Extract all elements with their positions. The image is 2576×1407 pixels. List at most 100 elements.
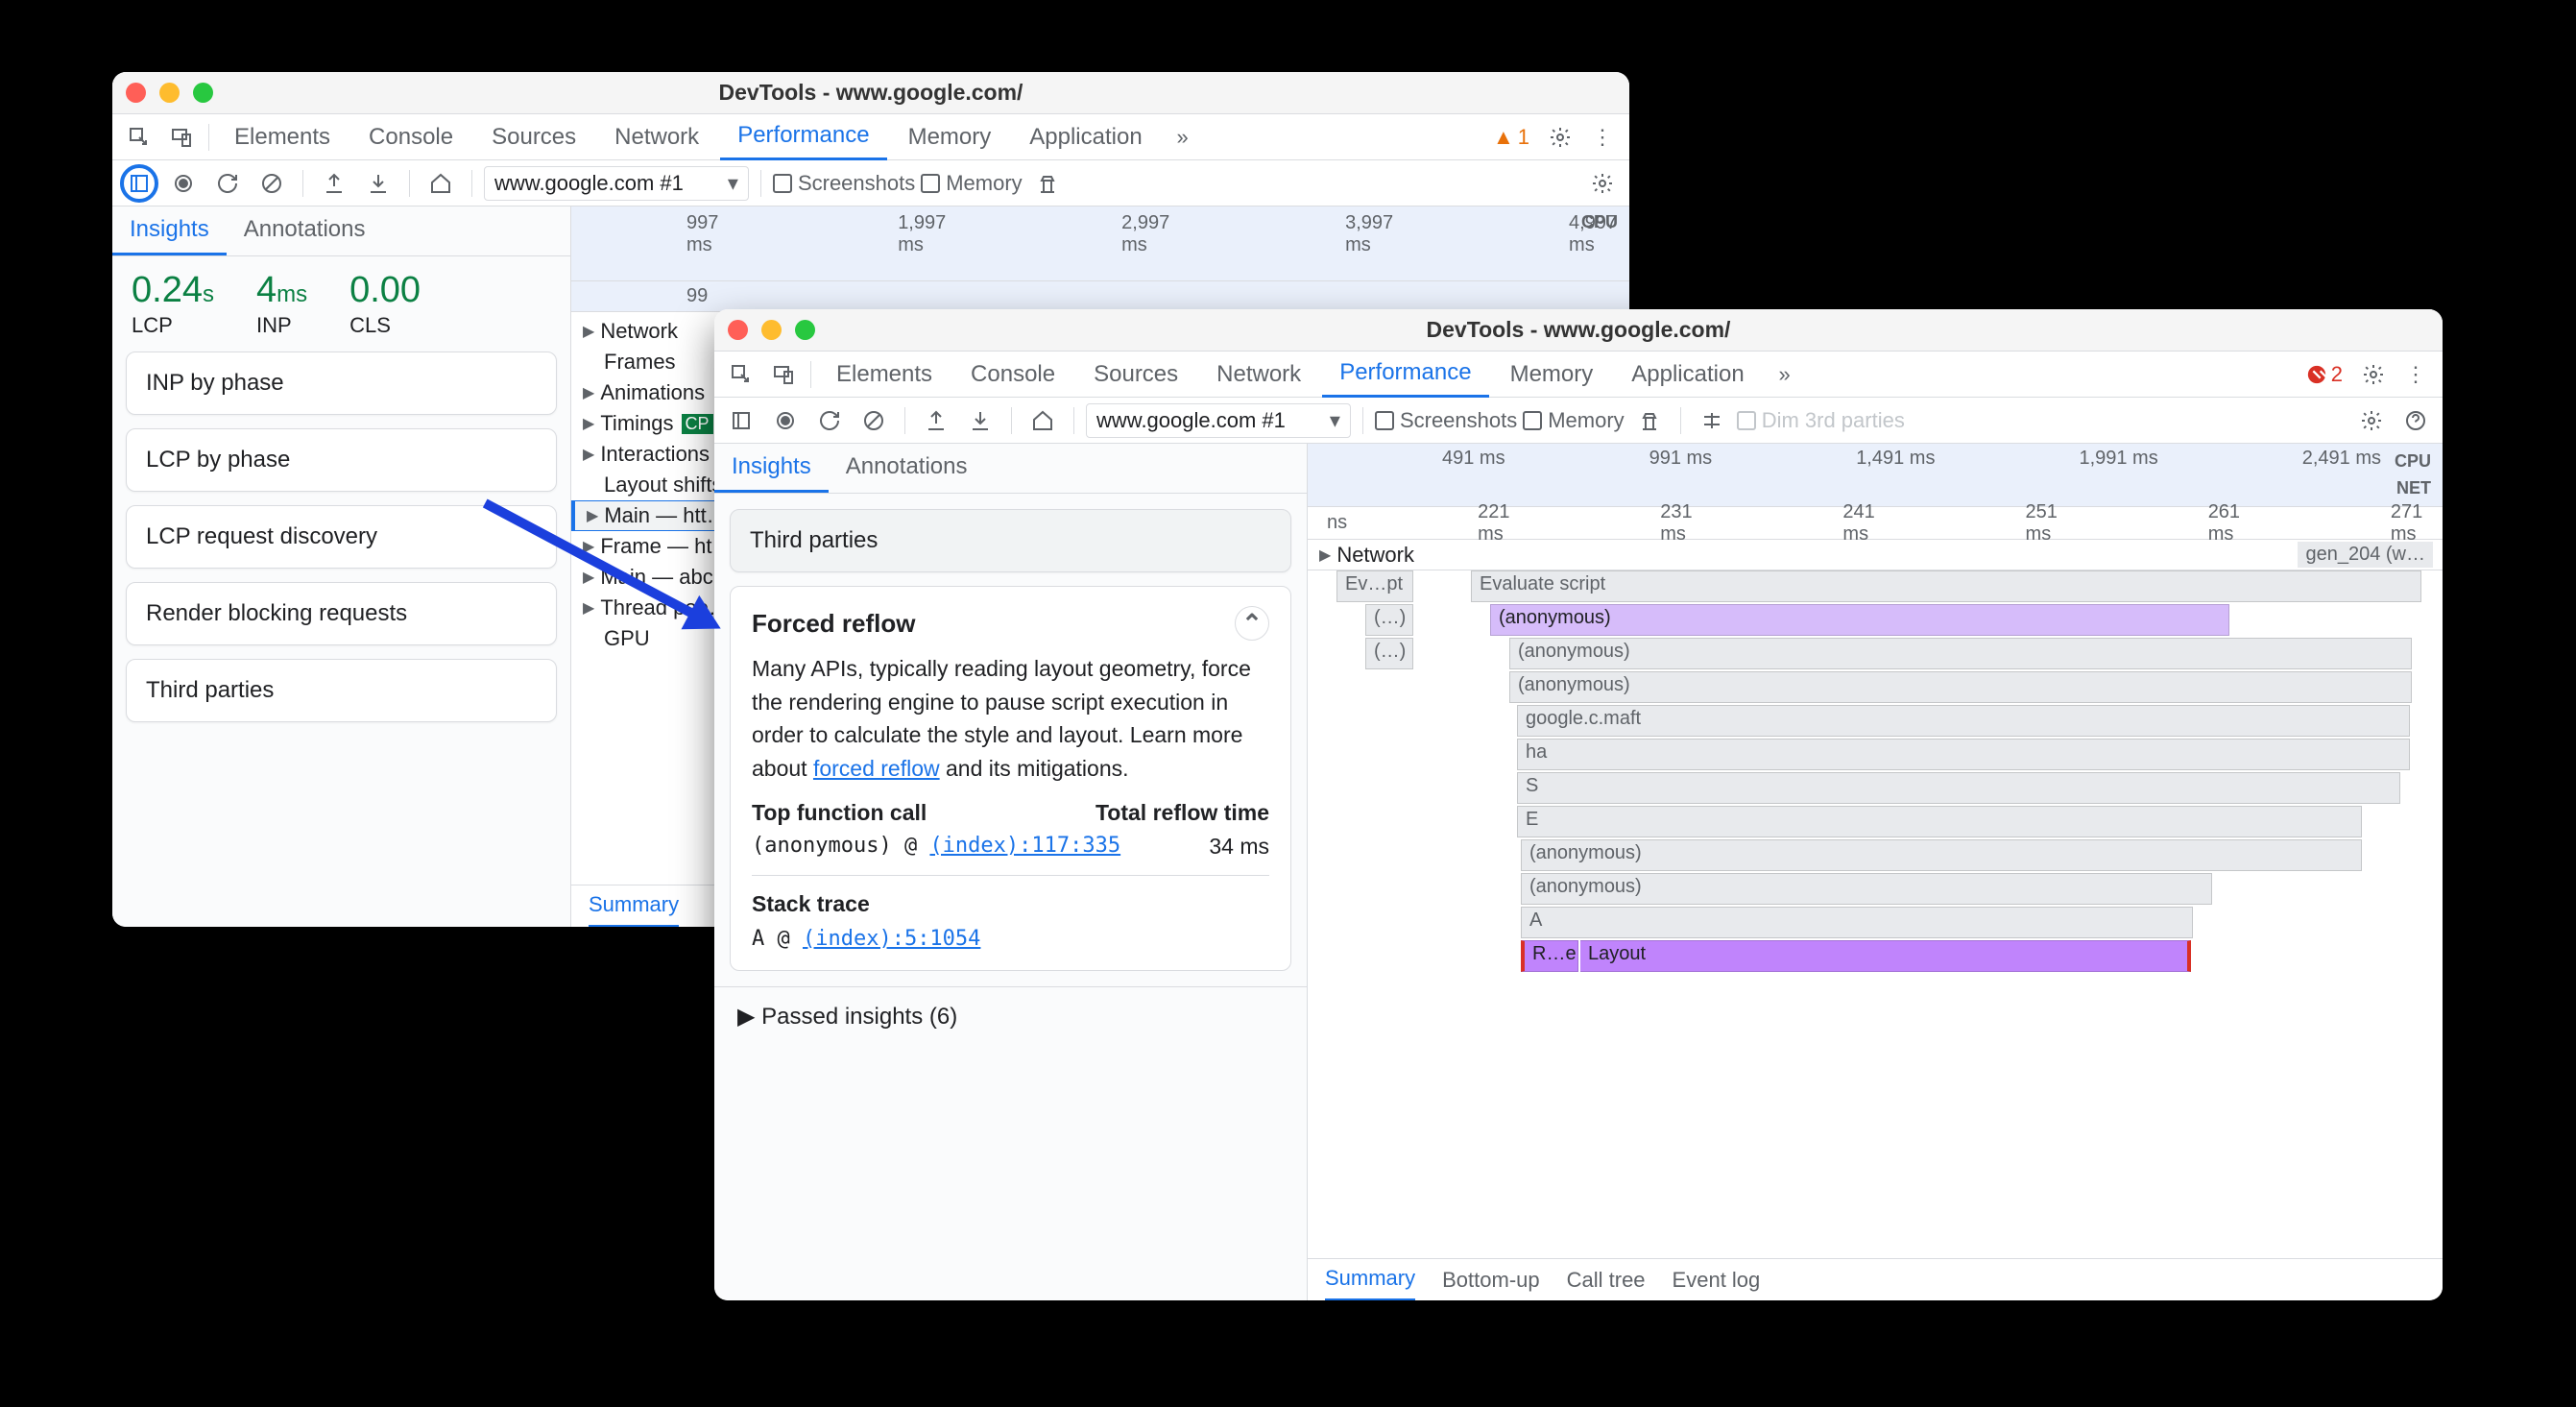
upload-icon[interactable] [315,164,353,203]
flame-bar[interactable]: (anonymous) [1509,638,2412,669]
toggle-sidebar-icon[interactable] [120,164,158,203]
inspect-element-icon[interactable] [120,118,158,157]
more-tabs-icon[interactable]: » [1766,355,1804,394]
tab-elements[interactable]: Elements [217,114,348,160]
tab-memory[interactable]: Memory [891,114,1009,160]
recording-select[interactable]: www.google.com #1▾ [1086,403,1351,438]
flame-bar[interactable]: ha [1517,739,2410,770]
device-toggle-icon[interactable] [162,118,201,157]
metric-lcp[interactable]: 0.24sLCP [132,270,214,338]
download-icon[interactable] [359,164,397,203]
bottom-tab-summary[interactable]: Summary [1325,1258,1415,1300]
kebab-menu-icon[interactable]: ⋮ [2396,355,2435,394]
download-icon[interactable] [961,401,999,440]
sidebar-tab-annotations[interactable]: Annotations [227,206,383,255]
dim-third-parties-checkbox[interactable]: Dim 3rd parties [1737,408,1905,433]
sidebar-tab-insights[interactable]: Insights [714,444,829,493]
home-icon[interactable] [421,164,460,203]
device-toggle-icon[interactable] [764,355,803,394]
warning-badge[interactable]: ▲ 1 [1485,125,1537,150]
tab-sources[interactable]: Sources [474,114,593,160]
flame-bar[interactable]: S [1517,772,2400,804]
flame-bar[interactable]: (anonymous) [1490,604,2229,636]
screenshots-checkbox[interactable]: Screenshots [773,171,915,196]
tab-network[interactable]: Network [1199,352,1318,398]
flame-bar-recalc[interactable]: R…e [1521,940,1578,972]
minimize-window-icon[interactable] [159,83,180,103]
garbage-collect-icon[interactable] [1630,401,1669,440]
flame-bar[interactable]: Evaluate script [1471,570,2421,602]
tab-console[interactable]: Console [351,114,470,160]
flame-bar[interactable]: (anonymous) [1509,671,2412,703]
help-icon[interactable] [2396,401,2435,440]
record-icon[interactable] [766,401,805,440]
metric-cls[interactable]: 0.00CLS [349,270,421,338]
reload-record-icon[interactable] [208,164,247,203]
tab-memory[interactable]: Memory [1493,352,1611,398]
collapse-icon[interactable]: ⌃ [1235,606,1269,641]
home-icon[interactable] [1023,401,1062,440]
record-icon[interactable] [164,164,203,203]
screenshots-checkbox[interactable]: Screenshots [1375,408,1517,433]
insight-render-blocking[interactable]: Render blocking requests [126,582,557,645]
upload-icon[interactable] [917,401,955,440]
toggle-sidebar-icon[interactable] [722,401,760,440]
memory-checkbox[interactable]: Memory [921,171,1022,196]
panel-settings-gear-icon[interactable] [1583,164,1622,203]
sidebar-tab-annotations[interactable]: Annotations [829,444,985,493]
minimize-window-icon[interactable] [761,320,782,340]
more-tabs-icon[interactable]: » [1164,118,1202,157]
tab-performance[interactable]: Performance [1322,352,1488,398]
tab-application[interactable]: Application [1012,114,1159,160]
memory-checkbox[interactable]: Memory [1523,408,1624,433]
settings-gear-icon[interactable] [1541,118,1579,157]
insight-inp-by-phase[interactable]: INP by phase [126,352,557,415]
flame-bar[interactable]: (…) [1365,604,1413,636]
kebab-menu-icon[interactable]: ⋮ [1583,118,1622,157]
timeline-panel[interactable]: 491 ms 991 ms 1,491 ms 1,991 ms 2,491 ms… [1308,444,2443,1300]
flame-bar[interactable]: E [1517,806,2362,837]
flame-bar[interactable]: A [1521,907,2193,938]
garbage-collect-icon[interactable] [1028,164,1067,203]
tab-sources[interactable]: Sources [1076,352,1195,398]
settings-gear-icon[interactable] [2354,355,2393,394]
insight-third-parties[interactable]: Third parties [126,659,557,722]
passed-insights-toggle[interactable]: ▶ Passed insights (6) [714,986,1307,1046]
fullscreen-window-icon[interactable] [193,83,213,103]
stack-source-link[interactable]: (index):5:1054 [803,927,980,951]
flame-bar[interactable]: (anonymous) [1521,839,2362,871]
shortcuts-icon[interactable] [1693,401,1731,440]
overview-ruler[interactable]: 491 ms 991 ms 1,491 ms 1,991 ms 2,491 ms… [1308,444,2443,507]
network-item[interactable]: gen_204 (w… [2298,542,2433,568]
flame-bar[interactable]: Ev…pt [1336,570,1413,602]
bottom-tab-event-log[interactable]: Event log [1673,1268,1761,1293]
fullscreen-window-icon[interactable] [795,320,815,340]
close-window-icon[interactable] [728,320,748,340]
source-link[interactable]: (index):117:335 [929,834,1120,858]
metric-inp[interactable]: 4msINP [256,270,307,338]
bottom-tab-call-tree[interactable]: Call tree [1567,1268,1646,1293]
insight-lcp-by-phase[interactable]: LCP by phase [126,428,557,492]
bottom-tab-summary[interactable]: Summary [589,885,679,927]
flame-bar[interactable]: (anonymous) [1521,873,2212,905]
clear-icon[interactable] [855,401,893,440]
timeline-ruler[interactable]: 997 ms 1,997 ms 2,997 ms 3,997 ms 4,997 … [571,206,1629,281]
timeline-ruler-2[interactable]: 99 [571,281,1629,312]
reload-record-icon[interactable] [810,401,849,440]
panel-settings-gear-icon[interactable] [2352,401,2391,440]
tab-elements[interactable]: Elements [819,352,950,398]
tab-application[interactable]: Application [1614,352,1761,398]
tab-performance[interactable]: Performance [720,114,886,160]
detail-ruler[interactable]: ns 221 ms 231 ms 241 ms 251 ms 261 ms 27… [1308,507,2443,540]
flame-bar[interactable]: google.c.maft [1517,705,2410,737]
flame-bar[interactable]: (…) [1365,638,1413,669]
bottom-tab-bottom-up[interactable]: Bottom-up [1442,1268,1540,1293]
insight-third-parties[interactable]: Third parties [730,509,1291,572]
sidebar-tab-insights[interactable]: Insights [112,206,227,255]
tab-console[interactable]: Console [953,352,1072,398]
close-window-icon[interactable] [126,83,146,103]
flame-chart[interactable]: Ev…pt Evaluate script (…) (anonymous) (…… [1308,570,2443,1031]
flame-bar-layout[interactable]: Layout [1580,940,2191,972]
tab-network[interactable]: Network [597,114,716,160]
recording-select[interactable]: www.google.com #1▾ [484,166,749,201]
